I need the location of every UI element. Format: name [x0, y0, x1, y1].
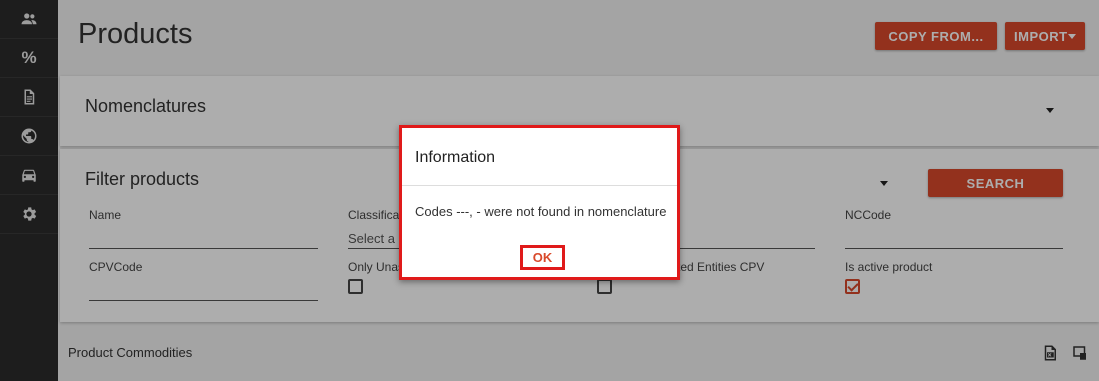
ok-button[interactable]: OK: [520, 245, 565, 270]
information-dialog: Information Codes ---, - were not found …: [399, 125, 680, 280]
dialog-divider: [402, 185, 677, 186]
dialog-message: Codes ---, - were not found in nomenclat…: [415, 204, 667, 219]
dialog-title: Information: [415, 149, 496, 166]
